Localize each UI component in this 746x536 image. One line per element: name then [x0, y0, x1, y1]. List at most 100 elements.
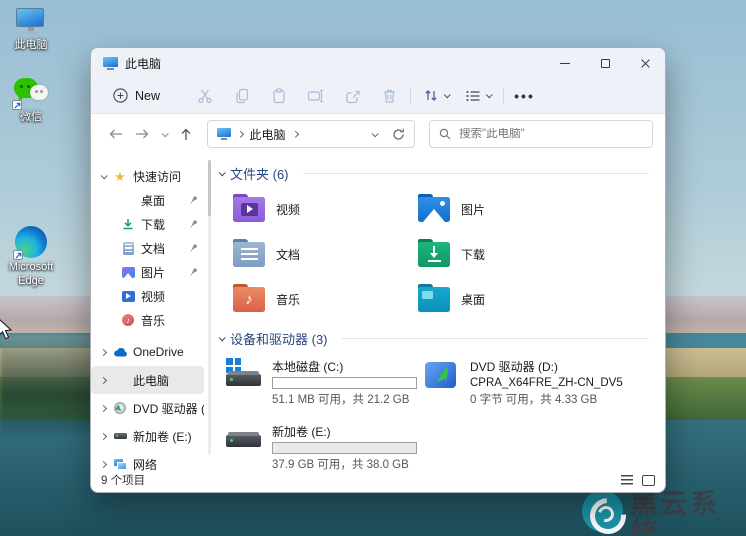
folder-tile-documents[interactable]: 文档 — [233, 238, 418, 270]
minimize-button[interactable] — [545, 48, 585, 78]
mouse-cursor — [0, 319, 13, 340]
chevron-down-icon — [485, 91, 493, 99]
share-icon — [345, 90, 360, 103]
chevron-right-icon — [99, 404, 107, 412]
address-bar: 此电脑 — [91, 114, 665, 154]
desktop-folder-icon — [121, 193, 135, 207]
desktop-icon-edge[interactable]: Microsoft Edge — [0, 226, 62, 289]
breadcrumb[interactable]: 此电脑 — [207, 120, 415, 148]
plus-circle-icon — [113, 88, 128, 103]
refresh-icon[interactable] — [392, 128, 405, 141]
sidebar-item-downloads[interactable]: 下载 — [91, 212, 204, 236]
new-button[interactable]: New — [105, 84, 168, 107]
hard-disk-icon — [113, 429, 127, 443]
drives-section-header[interactable]: 设备和驱动器 (3) — [218, 329, 649, 348]
drives-section-title: 设备和驱动器 (3) — [230, 332, 328, 347]
dvd-drive-icon — [423, 358, 461, 398]
this-pc-icon — [16, 8, 46, 36]
documents-folder-icon — [233, 238, 265, 267]
collapse-icon — [218, 334, 226, 342]
trash-icon — [384, 89, 396, 103]
sidebar-scrollbar[interactable] — [208, 160, 211, 456]
cut-button[interactable] — [196, 87, 213, 104]
sidebar-item-onedrive[interactable]: OneDrive — [91, 338, 204, 366]
sidebar-item-pictures[interactable]: 图片 — [91, 260, 204, 284]
copy-button[interactable] — [233, 87, 250, 104]
folder-tile-music[interactable]: ♪ 音乐 — [233, 283, 418, 315]
chevron-right-icon — [99, 376, 107, 384]
address-dropdown-icon[interactable] — [371, 129, 379, 137]
sidebar-item-desktop[interactable]: 桌面 — [91, 188, 204, 212]
forward-button[interactable] — [129, 121, 155, 147]
maximize-icon — [600, 58, 610, 68]
onedrive-icon — [113, 345, 127, 359]
downloads-icon — [121, 217, 135, 231]
sidebar-item-dvd-drive[interactable]: DVD 驱动器 (D:) — [91, 394, 204, 422]
folders-section-header[interactable]: 文件夹 (6) — [218, 164, 649, 183]
sidebar-item-music[interactable]: ♪ 音乐 — [91, 308, 204, 332]
music-icon: ♪ — [121, 313, 135, 327]
recent-locations-button[interactable] — [155, 121, 173, 147]
sidebar-item-new-volume[interactable]: 新加卷 (E:) — [91, 422, 204, 450]
folders-section-title: 文件夹 (6) — [230, 167, 289, 182]
videos-icon — [121, 289, 135, 303]
sort-button[interactable] — [423, 88, 451, 103]
disk-usage-bar — [272, 442, 417, 454]
sidebar-item-this-pc[interactable]: 此电脑 — [91, 366, 204, 394]
folder-tile-videos[interactable]: 视频 — [233, 193, 418, 225]
desktop-icon-label: Microsoft Edge — [8, 261, 54, 287]
toolbar-divider — [410, 86, 412, 105]
maximize-button[interactable] — [585, 48, 625, 78]
cut-icon — [197, 89, 212, 103]
search-box[interactable] — [429, 120, 653, 148]
window-this-pc-icon — [103, 56, 118, 70]
folder-tile-pictures[interactable]: 图片 — [418, 193, 649, 225]
view-icon — [466, 90, 480, 101]
pictures-icon — [121, 265, 135, 279]
delete-button[interactable] — [381, 87, 398, 104]
sidebar-item-quick-access[interactable]: ★ 快速访问 — [91, 164, 204, 188]
up-button[interactable] — [173, 121, 199, 147]
content-pane: 文件夹 (6) 视频 图片 文档 下载 ♪ 音乐 桌面 设备和驱动器 (3) 本… — [211, 154, 665, 471]
disk-usage-bar — [272, 377, 417, 389]
drive-tile-local-disk-c[interactable]: 本地磁盘 (C:) 51.1 MB 可用，共 21.2 GB — [225, 358, 423, 407]
sidebar-item-network[interactable]: 网络 — [91, 450, 204, 478]
close-button[interactable] — [625, 48, 665, 78]
more-options-button[interactable]: ••• — [514, 87, 533, 104]
network-icon — [113, 457, 127, 471]
chevron-down-icon — [443, 91, 451, 99]
shortcut-arrow-icon — [13, 250, 23, 260]
view-button[interactable] — [465, 89, 493, 103]
desktop-icon-label: 此电脑 — [14, 39, 48, 51]
search-input[interactable] — [459, 128, 643, 140]
minimize-icon — [560, 62, 570, 64]
title-bar[interactable]: 此电脑 — [91, 48, 665, 78]
sidebar-item-documents[interactable]: 文档 — [91, 236, 204, 260]
sidebar-item-videos[interactable]: 视频 — [91, 284, 204, 308]
section-divider — [341, 338, 649, 339]
folder-tile-desktop[interactable]: 桌面 — [418, 283, 649, 315]
desktop-icon-this-pc[interactable]: 此电脑 — [0, 8, 62, 53]
back-button[interactable] — [103, 121, 129, 147]
pin-icon — [190, 196, 197, 204]
paste-button[interactable] — [270, 87, 287, 104]
chevron-right-icon — [99, 460, 107, 468]
desktop-icon-wechat[interactable]: 微信 — [0, 78, 62, 125]
chevron-right-icon — [291, 130, 298, 138]
desktop-icon-label: 微信 — [20, 111, 42, 123]
drive-tile-new-volume-e[interactable]: 新加卷 (E:) 37.9 GB 可用，共 38.0 GB — [225, 423, 423, 472]
folder-tile-downloads[interactable]: 下载 — [418, 238, 649, 270]
search-icon — [439, 128, 451, 140]
chevron-down-icon — [161, 129, 169, 137]
paste-icon — [272, 87, 285, 103]
breadcrumb-this-pc[interactable]: 此电脑 — [250, 126, 286, 143]
rename-button[interactable] — [307, 87, 324, 104]
icons-view-toggle[interactable] — [642, 474, 655, 486]
watermark-title: 黑云系统 — [630, 489, 721, 536]
explorer-window: 此电脑 New ••• 此电脑 搜索"此电脑" ★ 快速访问 桌面 下载 文档 … — [90, 47, 666, 493]
videos-folder-icon — [233, 193, 265, 222]
star-icon: ★ — [114, 168, 126, 184]
share-button[interactable] — [344, 87, 361, 104]
drive-tile-dvd-d[interactable]: DVD 驱动器 (D:) CPRA_X64FRE_ZH-CN_DV5 0 字节 … — [423, 358, 649, 407]
details-view-toggle[interactable] — [621, 475, 633, 485]
